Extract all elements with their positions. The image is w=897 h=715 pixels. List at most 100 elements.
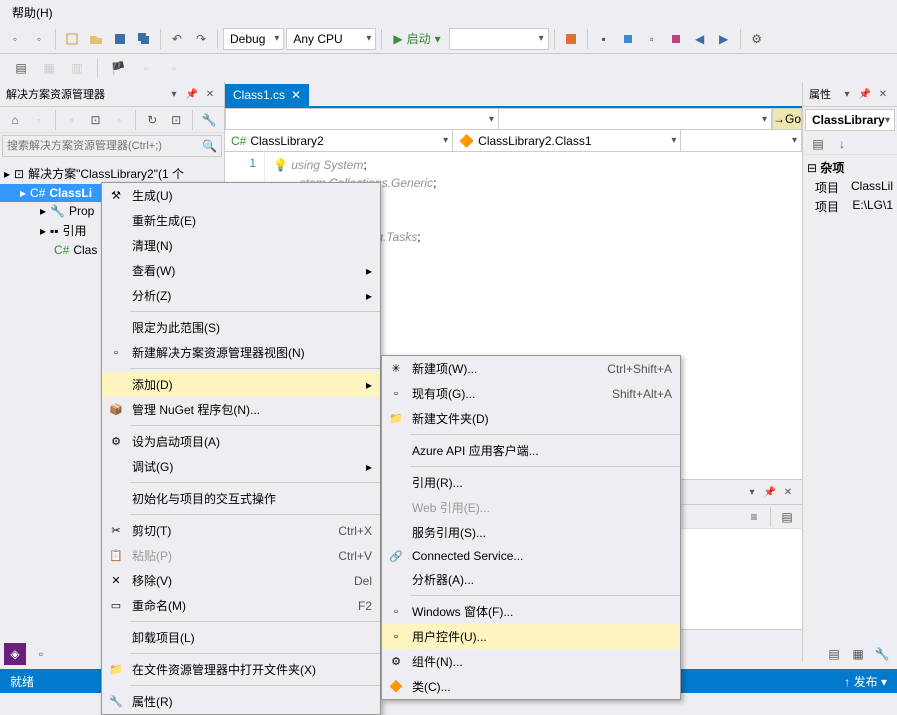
menu-rename[interactable]: ▭重命名(M)F2 [102,593,380,618]
submenu-component[interactable]: ⚙组件(N)... [382,649,680,674]
open-icon[interactable] [85,28,107,50]
submenu-user-control[interactable]: ▫用户控件(U)... [382,624,680,649]
tool-icon-5[interactable] [665,28,687,50]
menu-open-folder[interactable]: 📁在文件资源管理器中打开文件夹(X) [102,657,380,682]
props-dropdown-icon[interactable]: ▾ [839,86,855,102]
platform-combo[interactable]: Any CPU [286,28,376,50]
pin-icon[interactable]: 📌 [184,86,200,102]
st-icon-4: ▫ [135,57,157,79]
component-icon: ⚙ [388,655,404,668]
back-btn[interactable]: ◦ [4,28,26,50]
taskbar-icon-2[interactable]: ▫ [30,643,52,665]
props-pin-icon[interactable]: 📌 [857,86,873,102]
dropdown-icon[interactable]: ▾ [166,86,182,102]
submenu-reference[interactable]: 引用(R)... [382,470,680,495]
new-file-icon[interactable] [61,28,83,50]
submenu-connected[interactable]: 🔗Connected Service... [382,545,680,567]
menu-unload[interactable]: 卸载项目(L) [102,625,380,650]
redo-icon[interactable]: ↷ [190,28,212,50]
menu-cut[interactable]: ✂剪切(T)Ctrl+X [102,518,380,543]
menu-help[interactable]: 帮助(H) [8,4,57,22]
tab-class1[interactable]: Class1.cs ✕ [225,84,309,106]
submenu-azure[interactable]: Azure API 应用客户端... [382,438,680,463]
menu-scope[interactable]: 限定为此范围(S) [102,315,380,340]
out-icon-3[interactable]: ≡ [743,506,765,528]
solution-node[interactable]: ▸⊡解决方案"ClassLibrary2"(1 个 [0,163,224,184]
categorize-icon[interactable]: ▤ [807,133,829,155]
et-icon-5: ◦ [109,109,131,131]
project-nav[interactable]: C#ClassLibrary2 [225,130,453,151]
et-icon-4[interactable]: ⊡ [85,109,107,131]
rt-icon-3[interactable]: 🔧 [871,643,893,665]
fwd-btn[interactable]: ◦ [28,28,50,50]
submenu-class[interactable]: 🔶类(C)... [382,674,680,699]
folder-icon: 📁 [108,663,124,676]
tool-icon-2[interactable]: ▪ [593,28,615,50]
props-object-combo[interactable]: ClassLibrary [805,109,895,131]
save-all-icon[interactable] [133,28,155,50]
class-nav[interactable]: 🔶ClassLibrary2.Class1 [453,130,681,151]
submenu-service-ref[interactable]: 服务引用(S)... [382,520,680,545]
go-button[interactable]: →Go [772,108,802,130]
menu-remove[interactable]: ✕移除(V)Del [102,568,380,593]
menu-add[interactable]: 添加(D)▸ [102,372,380,397]
menu-interactive[interactable]: 初始化与项目的交互式操作 [102,486,380,511]
tool-icon-6[interactable]: ⚙ [746,28,768,50]
tool-icon-3[interactable] [617,28,639,50]
sort-icon[interactable]: ↓ [831,133,853,155]
goto-combo-2[interactable] [499,108,772,130]
props-close-icon[interactable]: ✕ [875,86,891,102]
menu-analyze[interactable]: 分析(Z)▸ [102,283,380,308]
menu-new-explorer[interactable]: ▫新建解决方案资源管理器视图(N) [102,340,380,365]
props-grid: ⊟ 杂项 项目ClassLil 项目E:\LG\1 [803,155,897,218]
menu-build[interactable]: ⚒生成(U) [102,183,380,208]
menu-startup[interactable]: ⚙设为启动项目(A) [102,429,380,454]
props-category[interactable]: ⊟ 杂项 [805,157,895,178]
prop-row[interactable]: 项目E:\LG\1 [805,197,895,216]
save-icon[interactable] [109,28,131,50]
submenu-win-form[interactable]: ▫Windows 窗体(F)... [382,599,680,624]
out-icon-4[interactable]: ▤ [776,506,798,528]
member-nav[interactable] [681,130,802,151]
out-dropdown-icon[interactable]: ▾ [744,484,760,500]
back-nav-icon[interactable]: ◀ [689,28,711,50]
rt-icon-1[interactable]: ▤ [823,643,845,665]
tool-icon-4[interactable]: ▫ [641,28,663,50]
tool-icon-1[interactable] [560,28,582,50]
rt-icon-2[interactable]: ▦ [847,643,869,665]
submenu-new-folder[interactable]: 📁新建文件夹(D) [382,406,680,431]
submenu-new-item[interactable]: ✳新建项(W)...Ctrl+Shift+A [382,356,680,381]
home-icon[interactable]: ⌂ [4,109,26,131]
code-nav-bar: C#ClassLibrary2 🔶ClassLibrary2.Class1 [225,130,802,152]
fwd-nav-icon[interactable]: ▶ [713,28,735,50]
config-combo[interactable]: Debug [223,28,284,50]
wrench-icon[interactable]: 🔧 [198,109,220,131]
chevron-right-icon: ▸ [346,289,372,303]
menu-rebuild[interactable]: 重新生成(E) [102,208,380,233]
search-icon[interactable]: 🔍 [198,139,221,153]
submenu-analyzer[interactable]: 分析器(A)... [382,567,680,592]
refresh-icon[interactable]: ↻ [141,109,163,131]
prop-row[interactable]: 项目ClassLil [805,178,895,197]
close-icon[interactable]: ✕ [202,86,218,102]
search-input[interactable] [3,140,198,152]
goto-combo-1[interactable] [225,108,499,130]
target-combo[interactable] [449,28,549,50]
menu-clean[interactable]: 清理(N) [102,233,380,258]
menu-debug[interactable]: 调试(G)▸ [102,454,380,479]
out-pin-icon[interactable]: 📌 [762,484,778,500]
start-button[interactable]: 启动 ▾ [387,28,446,50]
connected-icon: 🔗 [388,550,404,563]
et-icon-6[interactable]: ⊡ [165,109,187,131]
st-icon-5: ▫ [163,57,185,79]
bookmark-icon[interactable]: 🏴 [107,57,129,79]
menu-nuget[interactable]: 📦管理 NuGet 程序包(N)... [102,397,380,422]
search-box[interactable]: 🔍 [2,135,222,157]
submenu-existing[interactable]: ▫现有项(G)...Shift+Alt+A [382,381,680,406]
tab-close-icon[interactable]: ✕ [291,88,301,102]
menu-view[interactable]: 查看(W)▸ [102,258,380,283]
st-icon-1[interactable]: ▤ [10,57,32,79]
undo-icon[interactable]: ↶ [166,28,188,50]
out-close-icon[interactable]: ✕ [780,484,796,500]
vs-icon[interactable]: ◈ [4,643,26,665]
